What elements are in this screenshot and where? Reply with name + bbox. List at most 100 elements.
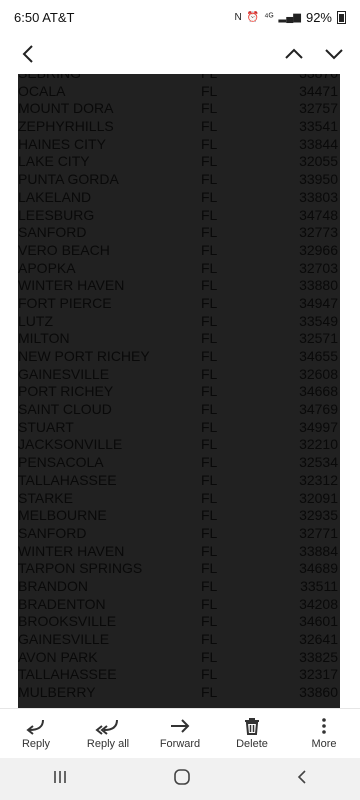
state-code: FL	[201, 171, 218, 188]
state-code: FL	[201, 294, 218, 311]
city-name: OCALA	[18, 82, 66, 99]
city-list: SEBRING FL 33870 OCALA FL 34471 MOUNT DORA FL 32…	[18, 74, 340, 702]
previous-message-button[interactable]	[274, 34, 314, 74]
zip-code: 34748	[299, 206, 338, 223]
city-name: LAKELAND	[18, 188, 92, 205]
list-item: ZEPHYRHILLS FL 33541	[18, 118, 340, 136]
city-name: GAINESVILLE	[18, 365, 110, 382]
list-item: MULBERRY FL 33860	[18, 684, 340, 702]
list-item: WINTER HAVEN FL 33880	[18, 277, 340, 295]
state-code: FL	[201, 383, 218, 400]
home-button[interactable]	[173, 768, 191, 791]
list-item: TALLAHASSEE FL 32317	[18, 666, 340, 684]
zip-code: 32534	[299, 454, 338, 471]
list-item: VERO BEACH FL 32966	[18, 242, 340, 260]
state-code: FL	[201, 135, 218, 152]
city-name: WINTER HAVEN	[18, 542, 125, 559]
city-name: GAINESVILLE	[18, 631, 110, 647]
list-item: SAINT CLOUD FL 34769	[18, 401, 340, 419]
zip-code: 32091	[299, 489, 338, 506]
state-code: FL	[201, 365, 218, 382]
alarm-icon: ⏰	[246, 11, 260, 23]
city-name: WINTER HAVEN	[18, 277, 125, 294]
zip-code: 33860	[299, 684, 338, 701]
city-name: STUART	[18, 418, 74, 435]
message-body[interactable]: SEBRING FL 33870 OCALA FL 34471 MOUNT DORA FL 32…	[18, 74, 340, 708]
system-back-button[interactable]	[296, 769, 308, 790]
zip-code: 32317	[299, 666, 338, 683]
reply-button[interactable]: Reply	[0, 709, 72, 758]
list-item: MILTON FL 32571	[18, 330, 340, 348]
chevron-down-icon	[325, 49, 343, 60]
zip-code: 33870	[299, 74, 338, 83]
back-button[interactable]	[8, 34, 48, 74]
zip-code: 32966	[299, 241, 338, 258]
next-message-button[interactable]	[314, 34, 354, 74]
zip-code: 32571	[299, 330, 338, 347]
state-code: FL	[201, 631, 218, 647]
state-code: FL	[201, 489, 218, 506]
state-code: FL	[201, 507, 218, 524]
city-name: MELBOURNE	[18, 507, 107, 524]
zip-code: 33511	[300, 577, 338, 594]
city-name: VERO BEACH	[18, 241, 110, 258]
delete-label: Delete	[236, 738, 268, 750]
list-item: FORT PIERCE FL 34947	[18, 295, 340, 313]
zip-code: 33549	[299, 312, 338, 329]
city-name: APOPKA	[18, 259, 76, 276]
list-item: TALLAHASSEE FL 32312	[18, 472, 340, 490]
state-code: FL	[201, 241, 218, 258]
state-code: FL	[201, 348, 218, 364]
state-code: FL	[201, 613, 218, 630]
zip-code: 34668	[299, 383, 338, 400]
state-code: FL	[201, 82, 218, 99]
state-code: FL	[201, 401, 218, 418]
delete-button[interactable]: Delete	[216, 709, 288, 758]
list-item: MOUNT DORA FL 32757	[18, 100, 340, 118]
zip-code: 34997	[299, 418, 338, 435]
list-item: BRANDON FL 33511	[18, 578, 340, 596]
state-code: FL	[201, 418, 218, 435]
state-code: FL	[201, 312, 218, 329]
list-item: HAINES CITY FL 33844	[18, 136, 340, 154]
state-code: FL	[201, 577, 218, 594]
recent-apps-button[interactable]	[52, 770, 68, 789]
city-name: PORT RICHEY	[18, 383, 114, 400]
signal-icon: ▂▄▆	[278, 11, 301, 23]
reply-all-button[interactable]: Reply all	[72, 709, 144, 758]
state-code: FL	[201, 74, 217, 83]
zip-code: 34947	[299, 294, 338, 311]
city-name: MOUNT DORA	[18, 100, 114, 117]
state-code: FL	[201, 100, 218, 117]
forward-label: Forward	[159, 738, 201, 750]
list-item: STUART FL 34997	[18, 419, 340, 437]
list-item: LAKE CITY FL 32055	[18, 153, 340, 171]
city-name: HAINES CITY	[18, 135, 106, 152]
action-bar: Reply Reply all Forward Delete More	[0, 708, 360, 758]
city-name: TARPON SPRINGS	[18, 560, 143, 577]
list-item: MELBOURNE FL 32935	[18, 507, 340, 525]
city-name: LUTZ	[18, 312, 53, 329]
zip-code: 32703	[299, 259, 338, 276]
city-name: BRANDON	[18, 577, 89, 594]
list-item: PUNTA GORDA FL 33950	[18, 171, 340, 189]
list-item: LAKELAND FL 33803	[18, 189, 340, 207]
state-code: FL	[201, 153, 218, 170]
list-item: AVON PARK FL 33825	[18, 649, 340, 667]
zip-code: 33825	[299, 648, 338, 665]
city-name: PENSACOLA	[18, 454, 104, 471]
zip-code: 34689	[299, 560, 338, 577]
zip-code: 34655	[299, 348, 338, 364]
reply-icon	[26, 719, 44, 735]
app-bar	[0, 34, 360, 74]
list-item: OCALA FL 34471	[18, 83, 340, 101]
chevron-up-icon	[285, 48, 303, 59]
wifi-calling-icon: ⁴ᴳ	[264, 11, 274, 23]
more-button[interactable]: More	[288, 709, 360, 758]
state-code: FL	[201, 542, 218, 559]
list-item: WINTER HAVEN FL 33884	[18, 543, 340, 561]
forward-button[interactable]: Forward	[144, 709, 216, 758]
zip-code: 33950	[299, 171, 338, 188]
zip-code: 32935	[299, 507, 338, 524]
more-vertical-icon	[322, 718, 326, 734]
